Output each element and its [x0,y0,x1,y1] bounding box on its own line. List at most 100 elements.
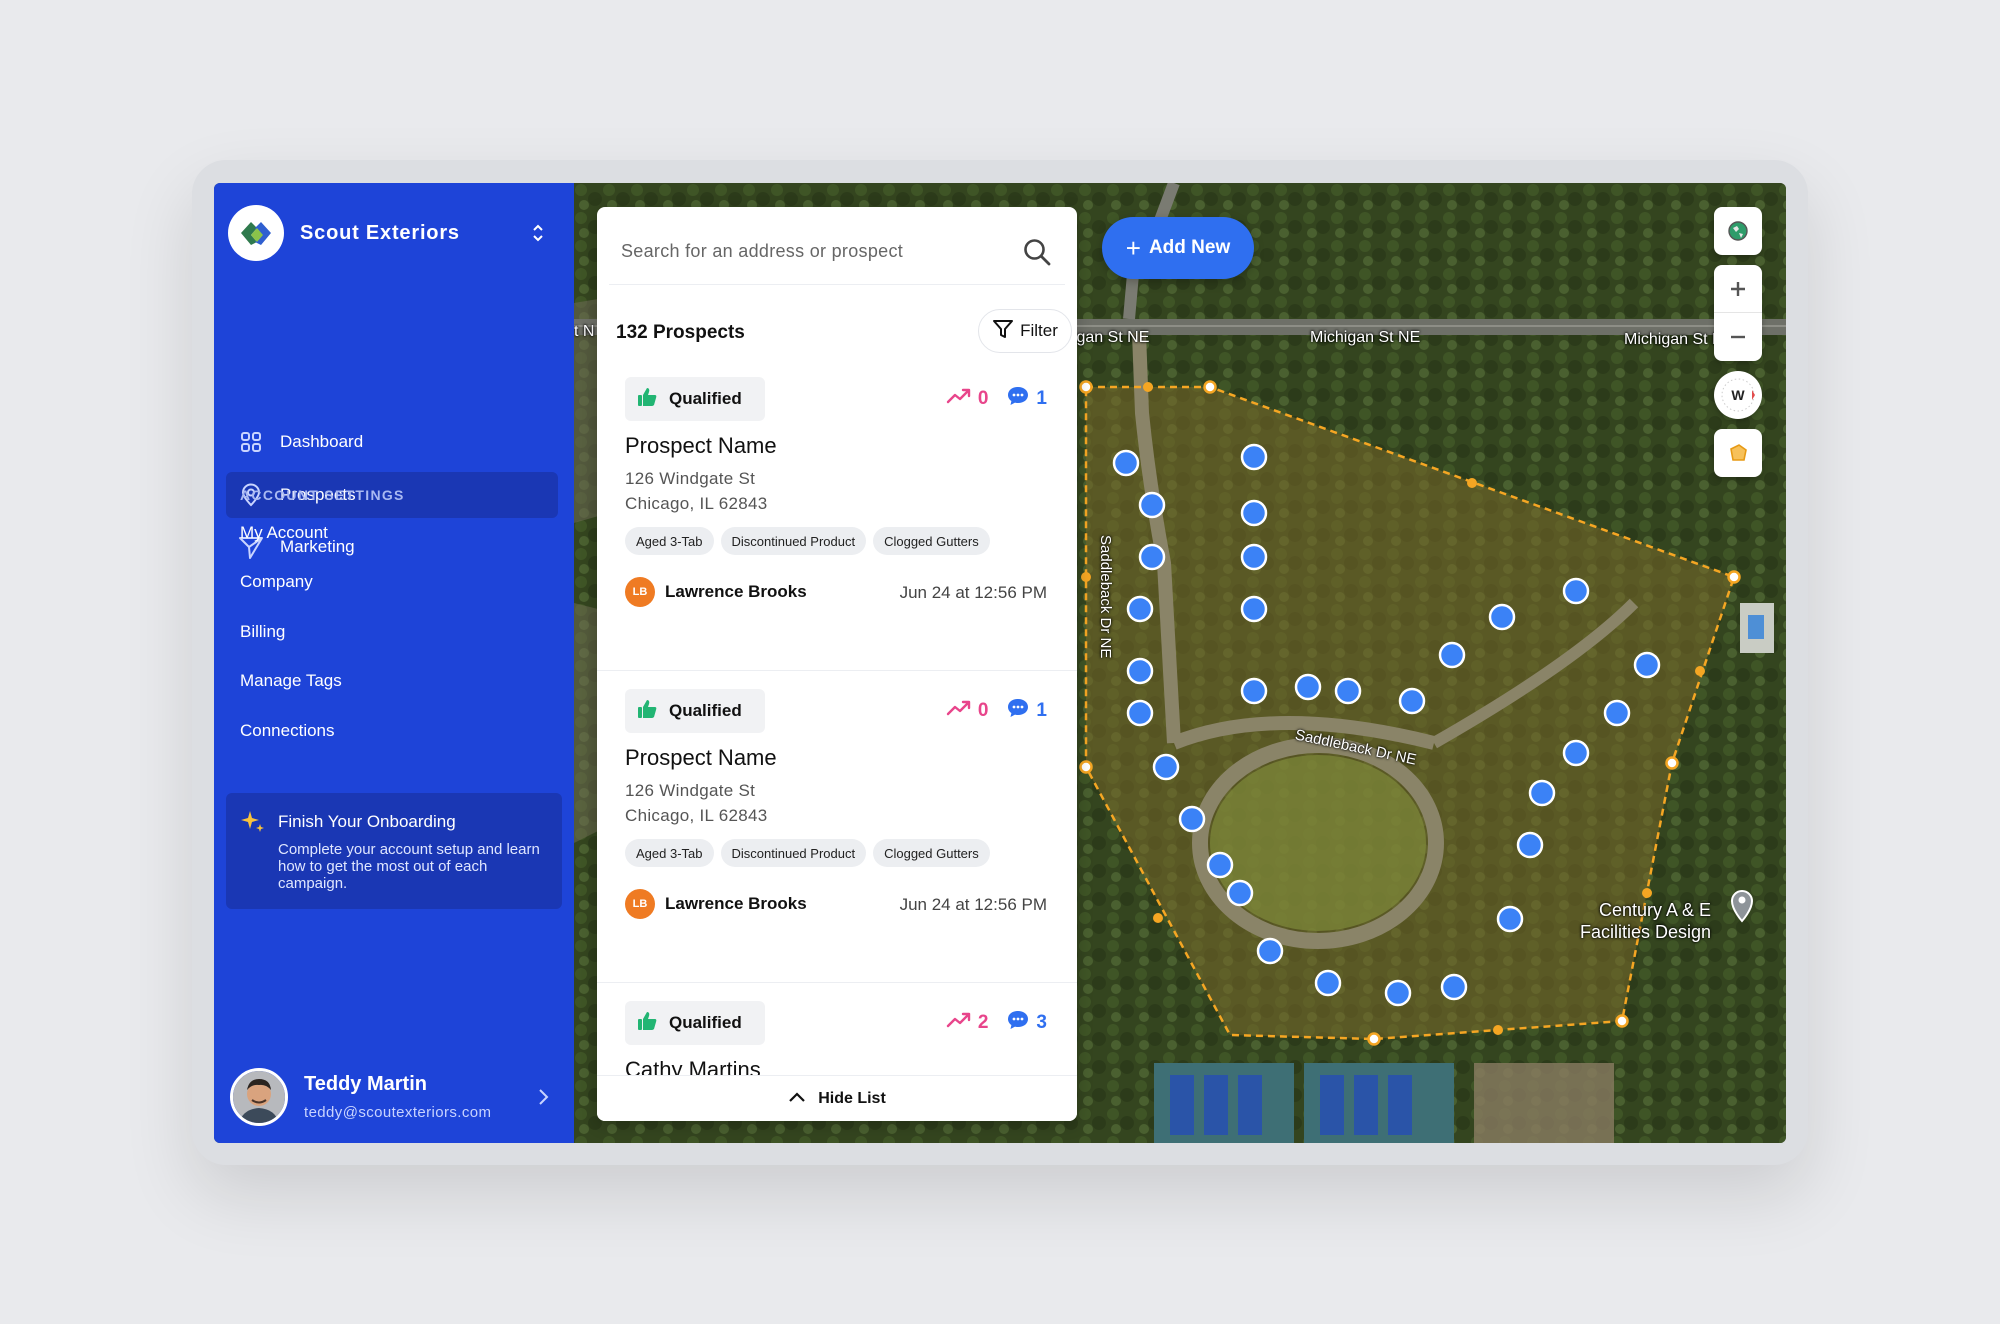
prospect-city: Chicago, IL 62843 [625,494,768,513]
chevron-up-icon [788,1090,806,1108]
poi-name-line1: Century A & E [1598,900,1712,920]
compass-button[interactable]: W [1714,371,1762,419]
views-count: 0 [977,388,989,409]
timestamp: Jun 24 at 12:56 PM [899,583,1047,602]
assigned-owner: LB Lawrence Brooks [625,577,807,607]
plus-icon [1731,281,1745,296]
prospect-city: Chicago, IL 62843 [625,806,768,825]
tag-chip[interactable]: Discontinued Product [720,527,867,555]
filter-button[interactable]: Filter [978,309,1072,353]
polygon-icon [1730,444,1747,461]
user-profile[interactable]: Teddy Martin teddy@scoutexteriors.com [230,1067,550,1127]
trending-up-icon [946,699,972,723]
tag-chip[interactable]: Discontinued Product [720,839,867,867]
prospect-list-panel: 132 Prospects Filter Qualified 0 [597,207,1077,1121]
thumbs-up-icon [637,1011,657,1036]
nav-item-dashboard[interactable]: Dashboard [226,419,558,465]
poi-label[interactable]: Century A & E Facilities Design [1580,899,1711,943]
account-settings-heading: ACCOUNT SETTINGS [240,487,405,503]
street-label: Saddleback Dr NE [1097,535,1114,659]
street-label: t N [574,323,595,340]
messages-count: 3 [1036,1012,1047,1033]
prospect-street: 126 Windgate St [625,469,756,488]
thumbs-up-icon [637,387,657,412]
user-name: Teddy Martin [304,1073,427,1095]
prospect-street: 126 Windgate St [625,781,756,800]
messages-stat: 3 [1006,1009,1047,1037]
messages-count: 1 [1036,388,1047,409]
prospect-card[interactable]: Qualified 0 1 Prospect Name 126 Windgate… [597,359,1077,671]
grid-icon [238,429,264,455]
prospect-name: Prospect Name [625,745,777,770]
views-stat: 2 [946,1011,989,1035]
minus-icon [1731,335,1745,339]
chevron-up-down-icon [533,224,543,242]
status-badge: Qualified [625,689,765,733]
street-label: Michigan St N [1624,331,1724,348]
sidebar: Scout Exteriors Dashboard Prospects Mark… [214,183,574,1143]
user-email: teddy@scoutexteriors.com [304,1104,492,1121]
zoom-out-button[interactable] [1714,313,1762,361]
tag-chip[interactable]: Aged 3-Tab [625,527,714,555]
brand-logo [228,205,284,261]
settings-link-billing[interactable]: Billing [240,622,285,642]
add-new-label: Add New [1148,237,1231,258]
chat-bubble-icon [1006,1009,1030,1037]
search-bar [609,219,1065,285]
onboarding-title: Finish Your Onboarding [278,812,456,831]
hide-list-button[interactable]: Hide List [597,1075,1077,1121]
brand-name: Scout Exteriors [300,221,460,244]
search-input[interactable] [621,241,1015,262]
settings-link-connections[interactable]: Connections [240,721,335,741]
prospect-card[interactable]: Qualified 0 1 Prospect Name 126 Windgate… [597,671,1077,983]
filter-icon [992,318,1014,345]
app-window: higan St NE Michigan St NE Michigan St N… [214,183,1786,1143]
filter-label: Filter [1020,321,1058,340]
status-label: Qualified [669,389,742,408]
status-label: Qualified [669,701,742,720]
nav-item-label: Dashboard [280,432,364,451]
zoom-in-button[interactable] [1714,265,1762,313]
onboarding-card[interactable]: Finish Your Onboarding Complete your acc… [226,793,562,909]
add-new-button[interactable]: + Add New [1102,217,1254,279]
settings-link-my-account[interactable]: My Account [240,523,328,543]
onboarding-text: Complete your account setup and learn ho… [278,841,540,892]
views-count: 2 [977,1012,989,1033]
views-count: 0 [977,700,989,721]
tag-chip[interactable]: Clogged Gutters [873,839,990,867]
tag-chip[interactable]: Clogged Gutters [873,527,990,555]
workspace-switcher[interactable]: Scout Exteriors [228,205,548,261]
trending-up-icon [946,387,972,411]
views-stat: 0 [946,387,989,411]
chat-bubble-icon [1006,385,1030,413]
timestamp: Jun 24 at 12:56 PM [899,895,1047,914]
owner-name: Lawrence Brooks [665,894,807,913]
compass-label: W [1731,387,1745,403]
globe-button[interactable] [1714,207,1762,255]
owner-avatar: LB [625,889,655,919]
status-badge: Qualified [625,1001,765,1045]
tag-chip[interactable]: Aged 3-Tab [625,839,714,867]
messages-stat: 1 [1006,385,1047,413]
zoom-controls [1714,265,1762,361]
prospect-name: Prospect Name [625,433,777,458]
trending-up-icon [946,1011,972,1035]
avatar [230,1068,288,1126]
search-icon[interactable] [1015,230,1059,274]
draw-polygon-button[interactable] [1714,429,1762,477]
hide-list-label: Hide List [818,1089,886,1107]
prospect-count: 132 Prospects [616,322,745,343]
settings-link-company[interactable]: Company [240,572,313,592]
sparkle-icon [240,809,266,835]
settings-link-manage-tags[interactable]: Manage Tags [240,671,342,691]
logo-icon [241,222,271,245]
status-badge: Qualified [625,377,765,421]
chevron-right-icon [539,1089,549,1105]
assigned-owner: LB Lawrence Brooks [625,889,807,919]
owner-name: Lawrence Brooks [665,582,807,601]
chat-bubble-icon [1006,697,1030,725]
street-label: Michigan St NE [1310,329,1421,346]
messages-stat: 1 [1006,697,1047,725]
messages-count: 1 [1036,700,1047,721]
globe-icon [1728,221,1748,241]
